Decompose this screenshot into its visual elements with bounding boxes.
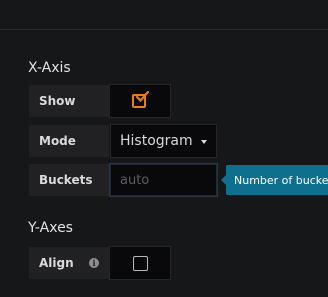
buckets-input[interactable] — [109, 163, 218, 197]
caret-down-icon — [201, 140, 207, 144]
align-label-box: Align i — [28, 246, 110, 280]
x-axis-section-title: X-Axis — [28, 60, 71, 76]
y-axes-section-title: Y-Axes — [28, 220, 73, 236]
align-label: Align — [39, 256, 74, 270]
show-label: Show — [28, 84, 110, 118]
mode-select[interactable]: Histogram — [110, 124, 217, 158]
buckets-tooltip: Number of buckets — [226, 165, 328, 195]
mode-select-value: Histogram — [120, 133, 193, 149]
mode-label: Mode — [28, 124, 110, 158]
align-checkbox[interactable] — [109, 246, 171, 280]
top-divider — [0, 29, 328, 30]
info-icon[interactable]: i — [89, 258, 99, 268]
checkbox-checked-icon — [132, 91, 149, 108]
show-checkbox[interactable] — [109, 84, 171, 118]
checkbox-empty-icon — [133, 256, 148, 271]
buckets-label: Buckets — [28, 163, 110, 197]
